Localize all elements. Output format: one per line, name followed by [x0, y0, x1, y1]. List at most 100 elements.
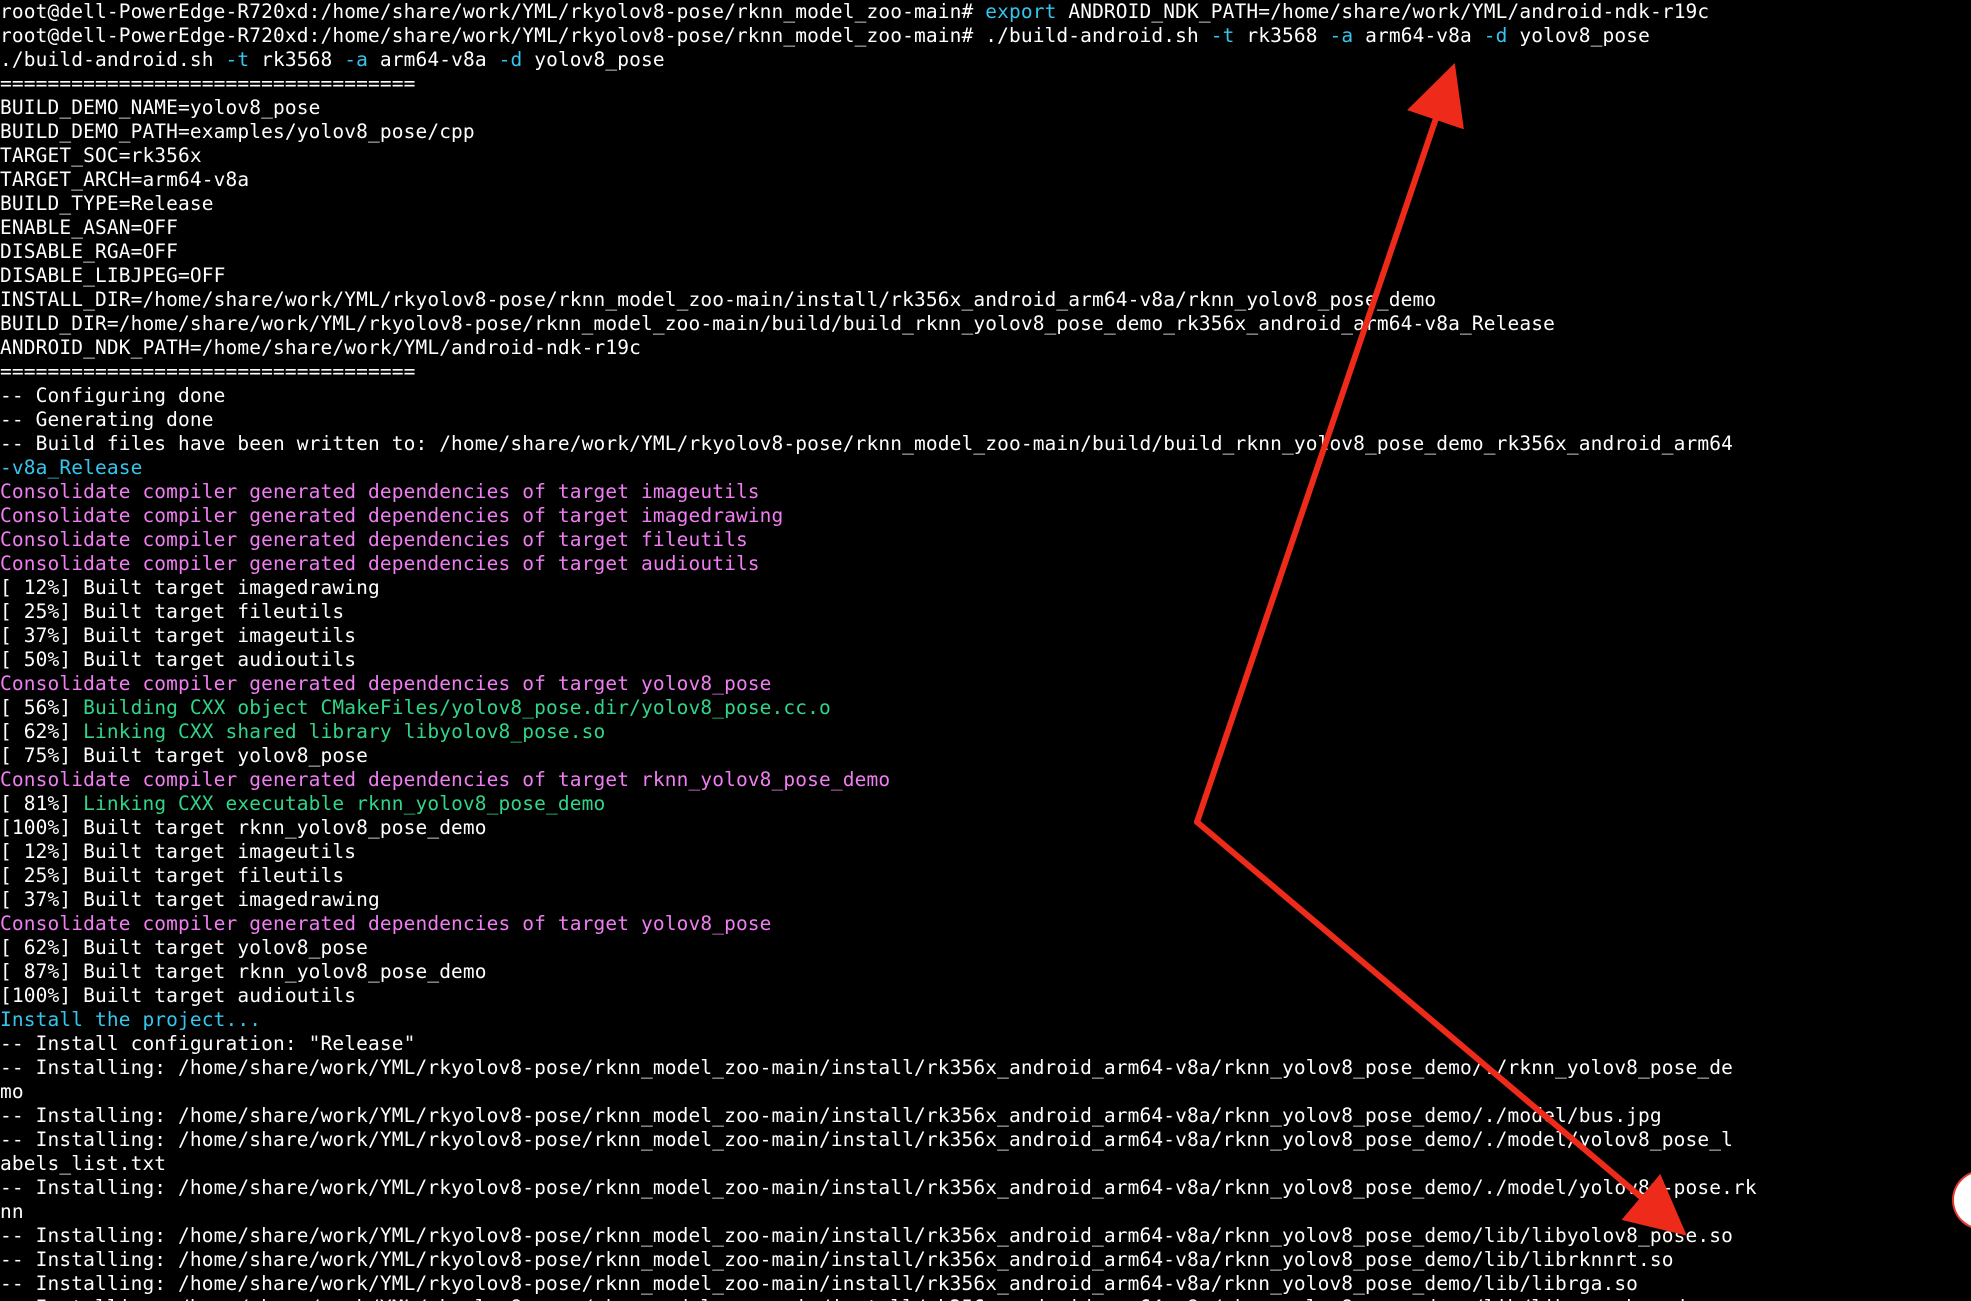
- terminal-line: -- Installing: /home/share/work/YML/rkyo…: [0, 1248, 1674, 1272]
- terminal-text-segment: ===================================: [0, 360, 416, 383]
- terminal-line: root@dell-PowerEdge-R720xd:/home/share/w…: [0, 0, 1709, 24]
- terminal-text-segment: Consolidate compiler generated dependenc…: [0, 672, 772, 695]
- terminal-line: -- Installing: /home/share/work/YML/rkyo…: [0, 1224, 1733, 1248]
- terminal-text-segment: ./build-android.sh: [0, 48, 226, 71]
- terminal-line: ===================================: [0, 360, 415, 384]
- terminal-line: Consolidate compiler generated dependenc…: [0, 504, 783, 528]
- terminal-text-segment: TARGET_SOC=rk356x: [0, 144, 202, 167]
- terminal-text-segment: [ 62%] Built target yolov8_pose: [0, 936, 368, 959]
- terminal-text-segment: INSTALL_DIR=/home/share/work/YML/rkyolov…: [0, 288, 1437, 311]
- terminal-text-segment: ANDROID_NDK_PATH=/home/share/work/YML/an…: [1056, 0, 1710, 23]
- terminal-text-segment: [ 12%] Built target imageutils: [0, 840, 357, 863]
- terminal-line: [ 12%] Built target imageutils: [0, 840, 356, 864]
- terminal-text-segment: -t: [225, 48, 250, 71]
- terminal-text-segment: -v8a_Release: [0, 456, 143, 479]
- terminal-line: -v8a_Release: [0, 456, 142, 480]
- terminal-line: BUILD_TYPE=Release: [0, 192, 214, 216]
- terminal-line: Consolidate compiler generated dependenc…: [0, 528, 748, 552]
- terminal-text-segment: -- Build files have been written to: /ho…: [0, 432, 1734, 455]
- terminal-text-segment: [ 25%] Built target fileutils: [0, 864, 345, 887]
- terminal-text-segment: -- Installing: /home/share/work/YML/rkyo…: [0, 1272, 1639, 1295]
- terminal-text-segment: ENABLE_ASAN=OFF: [0, 216, 179, 239]
- terminal-text-segment: BUILD_TYPE=Release: [0, 192, 214, 215]
- terminal-text-segment: DISABLE_LIBJPEG=OFF: [0, 264, 226, 287]
- terminal-text-segment: [ 81%]: [0, 792, 84, 815]
- terminal-line: [ 25%] Built target fileutils: [0, 864, 344, 888]
- terminal-text-segment: [ 62%]: [0, 720, 84, 743]
- terminal-text-segment: Linking CXX executable rknn_yolov8_pose_…: [83, 792, 606, 815]
- terminal-line: [ 87%] Built target rknn_yolov8_pose_dem…: [0, 960, 487, 984]
- terminal-text-segment: rk3568: [1234, 24, 1330, 47]
- terminal-text-segment: [ 37%] Built target imagedrawing: [0, 888, 380, 911]
- terminal-line: [ 75%] Built target yolov8_pose: [0, 744, 368, 768]
- terminal-text-segment: [ 75%] Built target yolov8_pose: [0, 744, 368, 767]
- terminal-text-segment: [100%] Built target rknn_yolov8_pose_dem…: [0, 816, 487, 839]
- terminal-line: [ 12%] Built target imagedrawing: [0, 576, 380, 600]
- terminal-text-segment: [ 12%] Built target imagedrawing: [0, 576, 380, 599]
- terminal-line: TARGET_SOC=rk356x: [0, 144, 202, 168]
- terminal-line: -- Installing: /home/share/work/YML/rkyo…: [0, 1176, 1757, 1200]
- terminal-line: ===================================: [0, 72, 415, 96]
- terminal-text-segment: export: [985, 0, 1057, 23]
- terminal-line: ./build-android.sh -t rk3568 -a arm64-v8…: [0, 48, 665, 72]
- terminal-text-segment: Consolidate compiler generated dependenc…: [0, 528, 748, 551]
- terminal-line: BUILD_DEMO_PATH=examples/yolov8_pose/cpp: [0, 120, 475, 144]
- terminal-text-segment: -d: [1483, 24, 1508, 47]
- terminal-output[interactable]: root@dell-PowerEdge-R720xd:/home/share/w…: [0, 0, 1971, 1301]
- terminal-text-segment: arm64-v8a: [368, 48, 499, 71]
- terminal-line: [ 37%] Built target imagedrawing: [0, 888, 380, 912]
- terminal-text-segment: yolov8_pose: [522, 48, 665, 71]
- terminal-line: -- Installing: /home/share/work/YML/rkyo…: [0, 1056, 1733, 1080]
- terminal-line: [ 50%] Built target audioutils: [0, 648, 356, 672]
- terminal-line: -- Installing: /home/share/work/YML/rkyo…: [0, 1272, 1638, 1296]
- terminal-text-segment: Consolidate compiler generated dependenc…: [0, 480, 760, 503]
- terminal-line: [ 25%] Built target fileutils: [0, 600, 344, 624]
- terminal-line: Consolidate compiler generated dependenc…: [0, 552, 760, 576]
- terminal-text-segment: [ 25%] Built target fileutils: [0, 600, 345, 623]
- terminal-line: Consolidate compiler generated dependenc…: [0, 480, 760, 504]
- terminal-text-segment: ANDROID_NDK_PATH=/home/share/work/YML/an…: [0, 336, 641, 359]
- terminal-text-segment: Consolidate compiler generated dependenc…: [0, 912, 772, 935]
- terminal-text-segment: Consolidate compiler generated dependenc…: [0, 552, 760, 575]
- terminal-text-segment: -- Installing: /home/share/work/YML/rkyo…: [0, 1296, 1721, 1301]
- terminal-text-segment: root@dell-PowerEdge-R720xd:/home/share/w…: [0, 24, 1211, 47]
- terminal-line: DISABLE_RGA=OFF: [0, 240, 178, 264]
- terminal-line: [100%] Built target audioutils: [0, 984, 356, 1008]
- terminal-text-segment: nn: [0, 1200, 24, 1223]
- terminal-text-segment: -- Installing: /home/share/work/YML/rkyo…: [0, 1224, 1734, 1247]
- terminal-text-segment: DISABLE_RGA=OFF: [0, 240, 179, 263]
- terminal-text-segment: yolov8_pose: [1507, 24, 1650, 47]
- terminal-line: abels_list.txt: [0, 1152, 166, 1176]
- terminal-text-segment: -- Installing: /home/share/work/YML/rkyo…: [0, 1128, 1734, 1151]
- terminal-line: BUILD_DEMO_NAME=yolov8_pose: [0, 96, 321, 120]
- terminal-text-segment: rk3568: [249, 48, 345, 71]
- terminal-line: INSTALL_DIR=/home/share/work/YML/rkyolov…: [0, 288, 1436, 312]
- terminal-text-segment: BUILD_DIR=/home/share/work/YML/rkyolov8-…: [0, 312, 1555, 335]
- terminal-text-segment: root@dell-PowerEdge-R720xd:/home/share/w…: [0, 0, 986, 23]
- terminal-text-segment: [100%] Built target audioutils: [0, 984, 357, 1007]
- terminal-text-segment: -- Installing: /home/share/work/YML/rkyo…: [0, 1104, 1662, 1127]
- terminal-text-segment: abels_list.txt: [0, 1152, 167, 1175]
- terminal-line: Consolidate compiler generated dependenc…: [0, 672, 772, 696]
- terminal-line: [ 56%] Building CXX object CMakeFiles/yo…: [0, 696, 831, 720]
- terminal-line: Consolidate compiler generated dependenc…: [0, 912, 772, 936]
- terminal-line: Consolidate compiler generated dependenc…: [0, 768, 890, 792]
- terminal-text-segment: arm64-v8a: [1353, 24, 1484, 47]
- terminal-text-segment: [ 56%]: [0, 696, 84, 719]
- terminal-text-segment: Building CXX object CMakeFiles/yolov8_po…: [83, 696, 831, 719]
- terminal-text-segment: BUILD_DEMO_PATH=examples/yolov8_pose/cpp: [0, 120, 475, 143]
- terminal-text-segment: -a: [344, 48, 368, 71]
- terminal-text-segment: mo: [0, 1080, 24, 1103]
- terminal-line: [ 37%] Built target imageutils: [0, 624, 356, 648]
- terminal-text-segment: Install the project...: [0, 1008, 262, 1031]
- terminal-line: ANDROID_NDK_PATH=/home/share/work/YML/an…: [0, 336, 641, 360]
- terminal-line: DISABLE_LIBJPEG=OFF: [0, 264, 226, 288]
- terminal-text-segment: -a: [1329, 24, 1354, 47]
- terminal-line: BUILD_DIR=/home/share/work/YML/rkyolov8-…: [0, 312, 1555, 336]
- terminal-line: [ 81%] Linking CXX executable rknn_yolov…: [0, 792, 605, 816]
- terminal-line: [ 62%] Linking CXX shared library libyol…: [0, 720, 605, 744]
- terminal-text-segment: Consolidate compiler generated dependenc…: [0, 504, 784, 527]
- terminal-text-segment: -- Generating done: [0, 408, 214, 431]
- terminal-line: -- Configuring done: [0, 384, 226, 408]
- terminal-line: -- Generating done: [0, 408, 214, 432]
